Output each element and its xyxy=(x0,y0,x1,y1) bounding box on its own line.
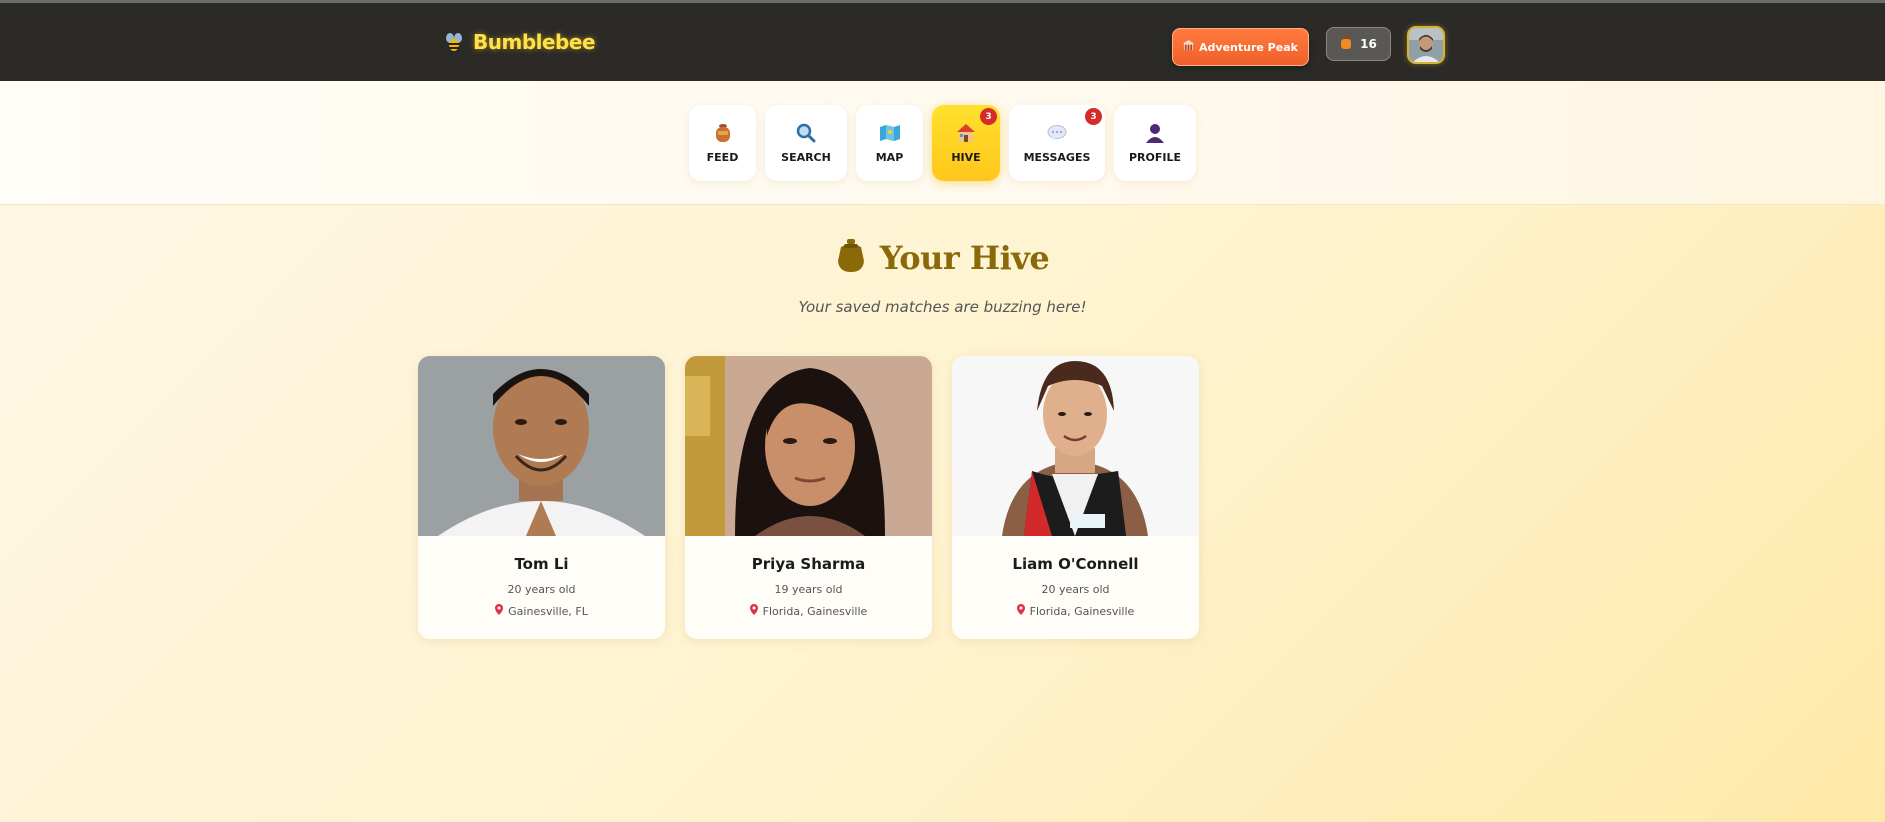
location-pin-icon xyxy=(749,604,758,618)
match-card[interactable]: Priya Sharma 19 years old Florida, Gaine… xyxy=(685,356,932,639)
tab-messages-label: MESSAGES xyxy=(1023,151,1091,164)
mountain-icon xyxy=(1183,40,1195,54)
match-age: 20 years old xyxy=(1041,583,1110,596)
match-location-text: Gainesville, FL xyxy=(508,604,588,618)
page-title: Your Hive xyxy=(0,238,1885,278)
location-pin-icon xyxy=(495,604,504,618)
magnifier-icon xyxy=(795,122,817,144)
adventure-peak-button[interactable]: Adventure Peak xyxy=(1172,28,1309,66)
match-location: Florida, Gainesville xyxy=(685,604,932,618)
match-card[interactable]: Tom Li 20 years old Gainesville, FL xyxy=(418,356,665,639)
speech-bubble-icon xyxy=(1046,122,1068,144)
location-pin-icon xyxy=(1016,604,1025,618)
house-icon xyxy=(955,122,977,144)
match-location-text: Florida, Gainesville xyxy=(762,604,868,618)
coin-count: 16 xyxy=(1360,37,1377,51)
tab-map-label: MAP xyxy=(875,151,904,164)
map-icon xyxy=(879,122,901,144)
match-photo xyxy=(685,356,932,536)
tab-feed[interactable]: FEED xyxy=(689,105,756,181)
avatar-image xyxy=(1409,28,1443,62)
match-location: Gainesville, FL xyxy=(418,604,665,618)
tab-profile-label: PROFILE xyxy=(1128,151,1181,164)
match-location: Florida, Gainesville xyxy=(952,604,1199,618)
match-photo xyxy=(952,356,1199,536)
tab-search[interactable]: SEARCH xyxy=(765,105,847,181)
top-header: Bumblebee Adventure Peak 16 xyxy=(0,3,1885,81)
bee-icon xyxy=(443,31,465,53)
honey-coin-counter[interactable]: 16 xyxy=(1326,27,1391,61)
tab-hive[interactable]: HIVE 3 xyxy=(932,105,1000,181)
honey-pot-icon xyxy=(712,122,734,144)
messages-count-badge: 3 xyxy=(1085,108,1102,125)
tab-hive-label: HIVE xyxy=(951,151,981,164)
page-title-text: Your Hive xyxy=(879,239,1050,277)
match-name: Priya Sharma xyxy=(751,555,866,573)
match-photo xyxy=(418,356,665,536)
adventure-peak-label: Adventure Peak xyxy=(1199,40,1298,54)
tab-profile[interactable]: PROFILE xyxy=(1114,105,1196,181)
honey-jar-icon xyxy=(1340,36,1352,52)
honey-pot-icon xyxy=(836,239,866,277)
hive-count-badge: 3 xyxy=(980,108,997,125)
match-name: Tom Li xyxy=(514,555,569,573)
match-card[interactable]: Liam O'Connell 20 years old Florida, Gai… xyxy=(952,356,1199,639)
match-name: Liam O'Connell xyxy=(1012,555,1139,573)
page-subtitle: Your saved matches are buzzing here! xyxy=(798,298,1087,316)
brand-logo[interactable]: Bumblebee xyxy=(443,30,596,54)
brand-name: Bumblebee xyxy=(473,30,596,54)
match-age: 20 years old xyxy=(507,583,576,596)
user-avatar[interactable] xyxy=(1407,26,1445,64)
match-location-text: Florida, Gainesville xyxy=(1029,604,1135,618)
tab-messages[interactable]: MESSAGES 3 xyxy=(1009,105,1105,181)
tab-feed-label: FEED xyxy=(706,151,739,164)
tab-map[interactable]: MAP xyxy=(856,105,923,181)
match-age: 19 years old xyxy=(774,583,843,596)
person-icon xyxy=(1144,122,1166,144)
tab-search-label: SEARCH xyxy=(781,151,831,164)
